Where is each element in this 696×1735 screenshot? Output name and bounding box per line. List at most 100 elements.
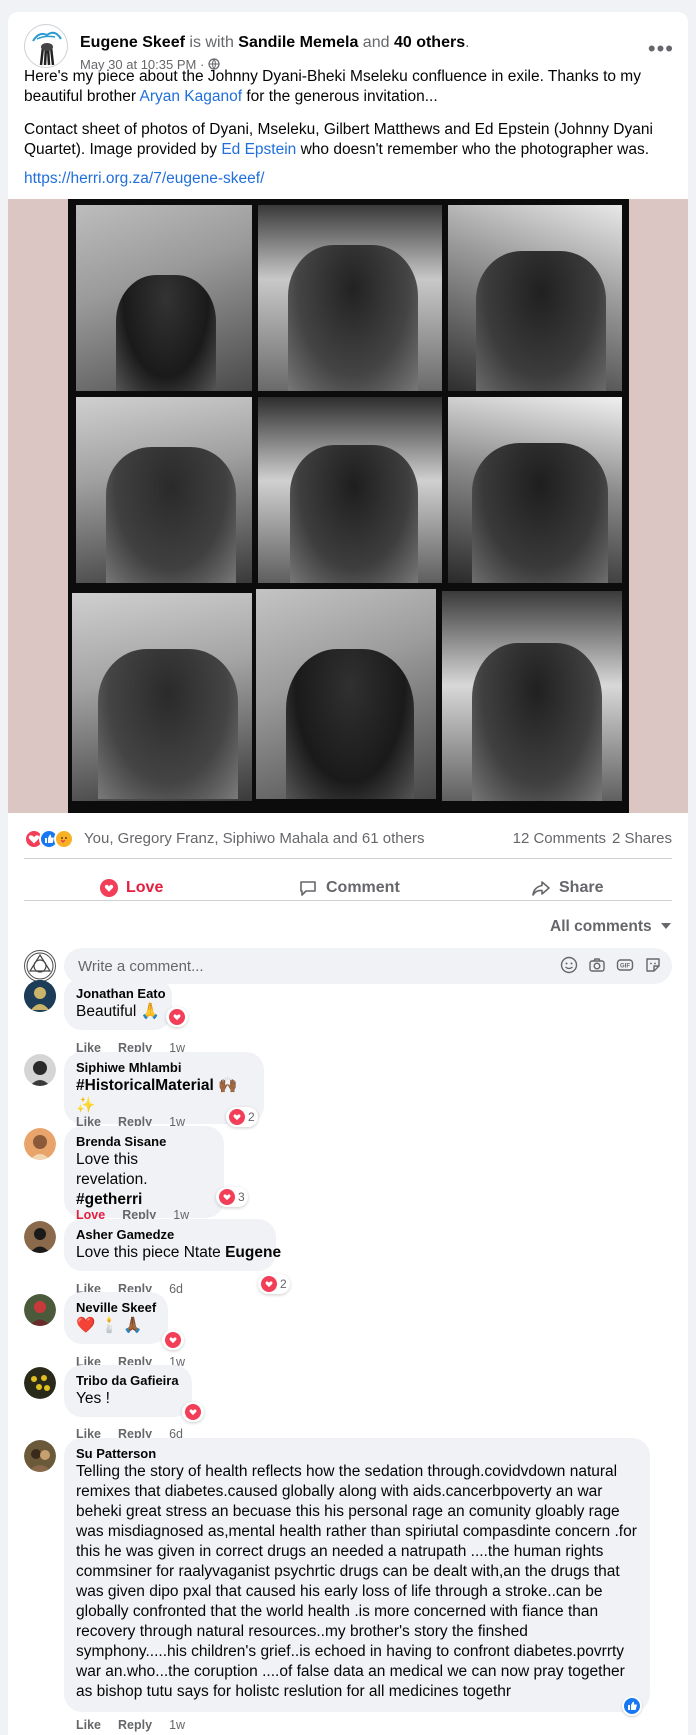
gif-icon[interactable]: GIF: [616, 956, 634, 974]
heart-icon: [261, 1276, 277, 1292]
comment-filter-label: All comments: [550, 918, 652, 935]
commenter-name[interactable]: Neville Skeef: [76, 1299, 156, 1316]
current-user-avatar[interactable]: [24, 950, 56, 982]
comment-bubble: Brenda Sisane Love this revelation. #get…: [64, 1126, 224, 1218]
divider: [24, 858, 672, 859]
paragraph1-text-end: for the generous invitation...: [246, 88, 438, 105]
comment-icon: [300, 881, 316, 896]
reaction-summary: You, Gregory Franz, Siphiwo Mahala and 6…: [24, 828, 672, 850]
post-card: Eugene Skeef is with Sandile Memela and …: [8, 12, 688, 1735]
reply-button[interactable]: Reply: [118, 1718, 152, 1732]
reaction-names[interactable]: You, Gregory Franz, Siphiwo Mahala and 6…: [84, 830, 424, 847]
commenter-name[interactable]: Tribo da Gafieira: [76, 1372, 180, 1389]
commenter-name[interactable]: Su Patterson: [76, 1445, 638, 1462]
comment-button[interactable]: Comment: [298, 874, 400, 902]
mention-eugene[interactable]: Eugene: [225, 1244, 281, 1261]
photo-frame: [76, 397, 252, 583]
post-url-line: https://herri.org.za/7/eugene-skeef/: [24, 169, 672, 189]
heart-icon: [100, 879, 118, 897]
comment-bubble: Asher Gamedze Love this piece Ntate Euge…: [64, 1219, 281, 1271]
share-icon: [532, 881, 550, 896]
commenter-name[interactable]: Siphiwe Mhlambi: [76, 1059, 252, 1076]
caret-down-icon: [661, 923, 671, 929]
commenter-name[interactable]: Asher Gamedze: [76, 1226, 264, 1243]
commenter-avatar[interactable]: [24, 1221, 56, 1253]
emoji-icon[interactable]: [560, 956, 578, 974]
share-label: Share: [559, 879, 604, 896]
comment-text: Beautiful 🙏: [76, 1003, 160, 1020]
comment-bubble: Su Patterson Telling the story of health…: [64, 1438, 650, 1712]
paragraph2-text-end: who doesn't remember who the photographe…: [300, 141, 650, 158]
comment-reaction[interactable]: [182, 1402, 204, 1422]
comment-reaction[interactable]: 2: [258, 1274, 290, 1294]
comment-reaction[interactable]: 3: [216, 1187, 248, 1207]
post-author-line: Eugene Skeef is with Sandile Memela and …: [80, 34, 470, 51]
photo-frame: [76, 205, 252, 391]
heart-icon: [185, 1404, 201, 1420]
comment-actions: Like Reply 1w: [76, 1718, 185, 1732]
hashtag-link[interactable]: #getherri: [76, 1190, 212, 1210]
sticker-icon[interactable]: [644, 956, 662, 974]
commenter-avatar[interactable]: [24, 1367, 56, 1399]
care-reaction-icon: [54, 829, 74, 849]
commenter-avatar[interactable]: [24, 980, 56, 1012]
comment-input-placeholder[interactable]: Write a comment...: [78, 958, 204, 975]
photo-frame: [448, 397, 622, 583]
comment-text: Love this piece Ntate Eugene: [76, 1243, 281, 1263]
share-button[interactable]: Share: [531, 874, 603, 902]
post-paragraph-2: Contact sheet of photos of Dyani, Mselek…: [24, 120, 672, 160]
comment-text: #HistoricalMaterial 🙌🏾✨: [76, 1077, 238, 1114]
divider: [24, 900, 672, 901]
author-avatar[interactable]: [24, 24, 68, 68]
share-count[interactable]: 2 Shares: [612, 830, 672, 847]
author-name[interactable]: Eugene Skeef: [80, 34, 185, 51]
commenter-avatar[interactable]: [24, 1128, 56, 1160]
like-reaction-icon[interactable]: [622, 1696, 642, 1716]
comment-text: Love this revelation.: [76, 1151, 148, 1188]
post-paragraph-1: Here's my piece about the Johnny Dyani-B…: [24, 67, 672, 107]
heart-icon: [169, 1009, 185, 1025]
comment-time[interactable]: 1w: [169, 1718, 185, 1732]
photo-frame: [448, 205, 622, 391]
and-text: and: [362, 34, 390, 51]
comment-bubble: Tribo da Gafieira Yes !: [64, 1365, 192, 1417]
commenter-avatar[interactable]: [24, 1294, 56, 1326]
comment-bubble: Neville Skeef ❤️ 🕯️ 🙏🏾: [64, 1292, 168, 1344]
camera-icon[interactable]: [588, 956, 606, 974]
photo-frame: [258, 397, 442, 583]
tagged-person[interactable]: Sandile Memela: [238, 34, 358, 51]
post-photo[interactable]: [8, 199, 688, 813]
svg-text:GIF: GIF: [620, 964, 630, 970]
comment-label: Comment: [326, 879, 400, 896]
comment-time[interactable]: 6d: [169, 1282, 183, 1296]
comment-reaction[interactable]: [166, 1007, 188, 1027]
comment-text: ❤️ 🕯️ 🙏🏾: [76, 1317, 143, 1334]
comment-filter-dropdown[interactable]: All comments: [550, 918, 672, 936]
comment-count[interactable]: 12 Comments: [513, 830, 606, 847]
post-url-link[interactable]: https://herri.org.za/7/eugene-skeef/: [24, 170, 264, 187]
commenter-avatar[interactable]: [24, 1054, 56, 1086]
comment-reaction[interactable]: 2: [226, 1107, 258, 1127]
like-comment-button[interactable]: Like: [76, 1718, 101, 1732]
love-button[interactable]: Love: [100, 874, 163, 902]
photo-frame: [258, 205, 442, 391]
reaction-count: 3: [238, 1190, 245, 1204]
reaction-count: 2: [280, 1277, 287, 1291]
commenter-avatar[interactable]: [24, 1440, 56, 1472]
tagged-others[interactable]: 40 others: [394, 34, 465, 51]
commenter-name[interactable]: Jonathan Eato: [76, 985, 166, 1002]
photo-frame: [442, 591, 622, 801]
with-text: is with: [189, 34, 234, 51]
commenter-name[interactable]: Brenda Sisane: [76, 1133, 212, 1150]
contact-sheet-image: [68, 199, 629, 813]
comment-bubble: Jonathan Eato Beautiful 🙏: [64, 978, 172, 1030]
reaction-count: 2: [248, 1110, 255, 1124]
heart-icon: [165, 1332, 181, 1348]
more-options-icon[interactable]: •••: [648, 36, 674, 62]
comment-reaction[interactable]: [162, 1330, 184, 1350]
heart-icon: [219, 1189, 235, 1205]
mention-aryan-link[interactable]: Aryan Kaganof: [139, 88, 242, 105]
heart-icon: [229, 1109, 245, 1125]
comment-text: Yes !: [76, 1390, 110, 1407]
mention-ed-link[interactable]: Ed Epstein: [221, 141, 296, 158]
